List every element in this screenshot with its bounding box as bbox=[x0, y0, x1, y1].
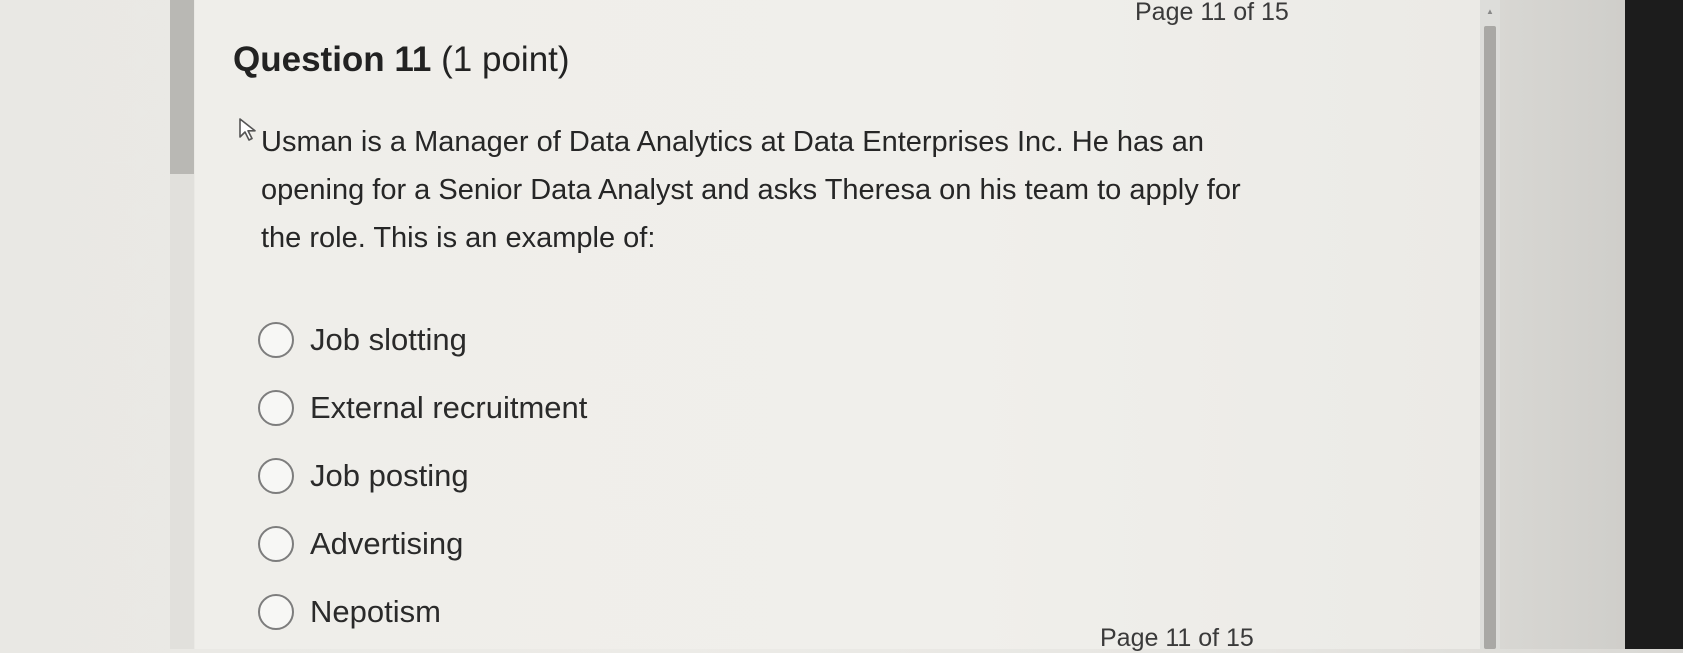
option-label: Nepotism bbox=[310, 594, 441, 629]
option-label: Job slotting bbox=[310, 322, 467, 357]
option-label: Job posting bbox=[310, 458, 469, 493]
left-panel-track bbox=[170, 174, 194, 649]
radio-button[interactable] bbox=[258, 526, 294, 562]
option-label: External recruitment bbox=[310, 390, 588, 425]
question-points: (1 point) bbox=[441, 40, 570, 79]
radio-button[interactable] bbox=[258, 322, 294, 358]
option-label: Advertising bbox=[310, 526, 464, 561]
question-number: Question 11 bbox=[233, 40, 432, 79]
radio-button[interactable] bbox=[258, 458, 294, 494]
option-external-recruitment[interactable]: External recruitment bbox=[258, 374, 587, 442]
answer-options: Job slotting External recruitment Job po… bbox=[258, 306, 587, 646]
radio-button[interactable] bbox=[258, 594, 294, 630]
scrollbar-thumb[interactable] bbox=[1484, 26, 1496, 649]
right-margin bbox=[1500, 0, 1625, 649]
option-nepotism[interactable]: Nepotism bbox=[258, 578, 587, 646]
page-indicator-top: Page 11 of 15 bbox=[1135, 0, 1289, 26]
monitor-bezel bbox=[1625, 0, 1683, 649]
question-text: Usman is a Manager of Data Analytics at … bbox=[261, 126, 1241, 254]
left-panel-scrollbar bbox=[170, 0, 194, 174]
option-advertising[interactable]: Advertising bbox=[258, 510, 587, 578]
scroll-up-arrow-icon[interactable]: ▲ bbox=[1486, 8, 1494, 16]
question-title: Question 11 (1 point) bbox=[233, 40, 570, 80]
option-job-posting[interactable]: Job posting bbox=[258, 442, 587, 510]
mouse-pointer-icon bbox=[239, 118, 256, 141]
radio-button[interactable] bbox=[258, 390, 294, 426]
option-job-slotting[interactable]: Job slotting bbox=[258, 306, 587, 374]
